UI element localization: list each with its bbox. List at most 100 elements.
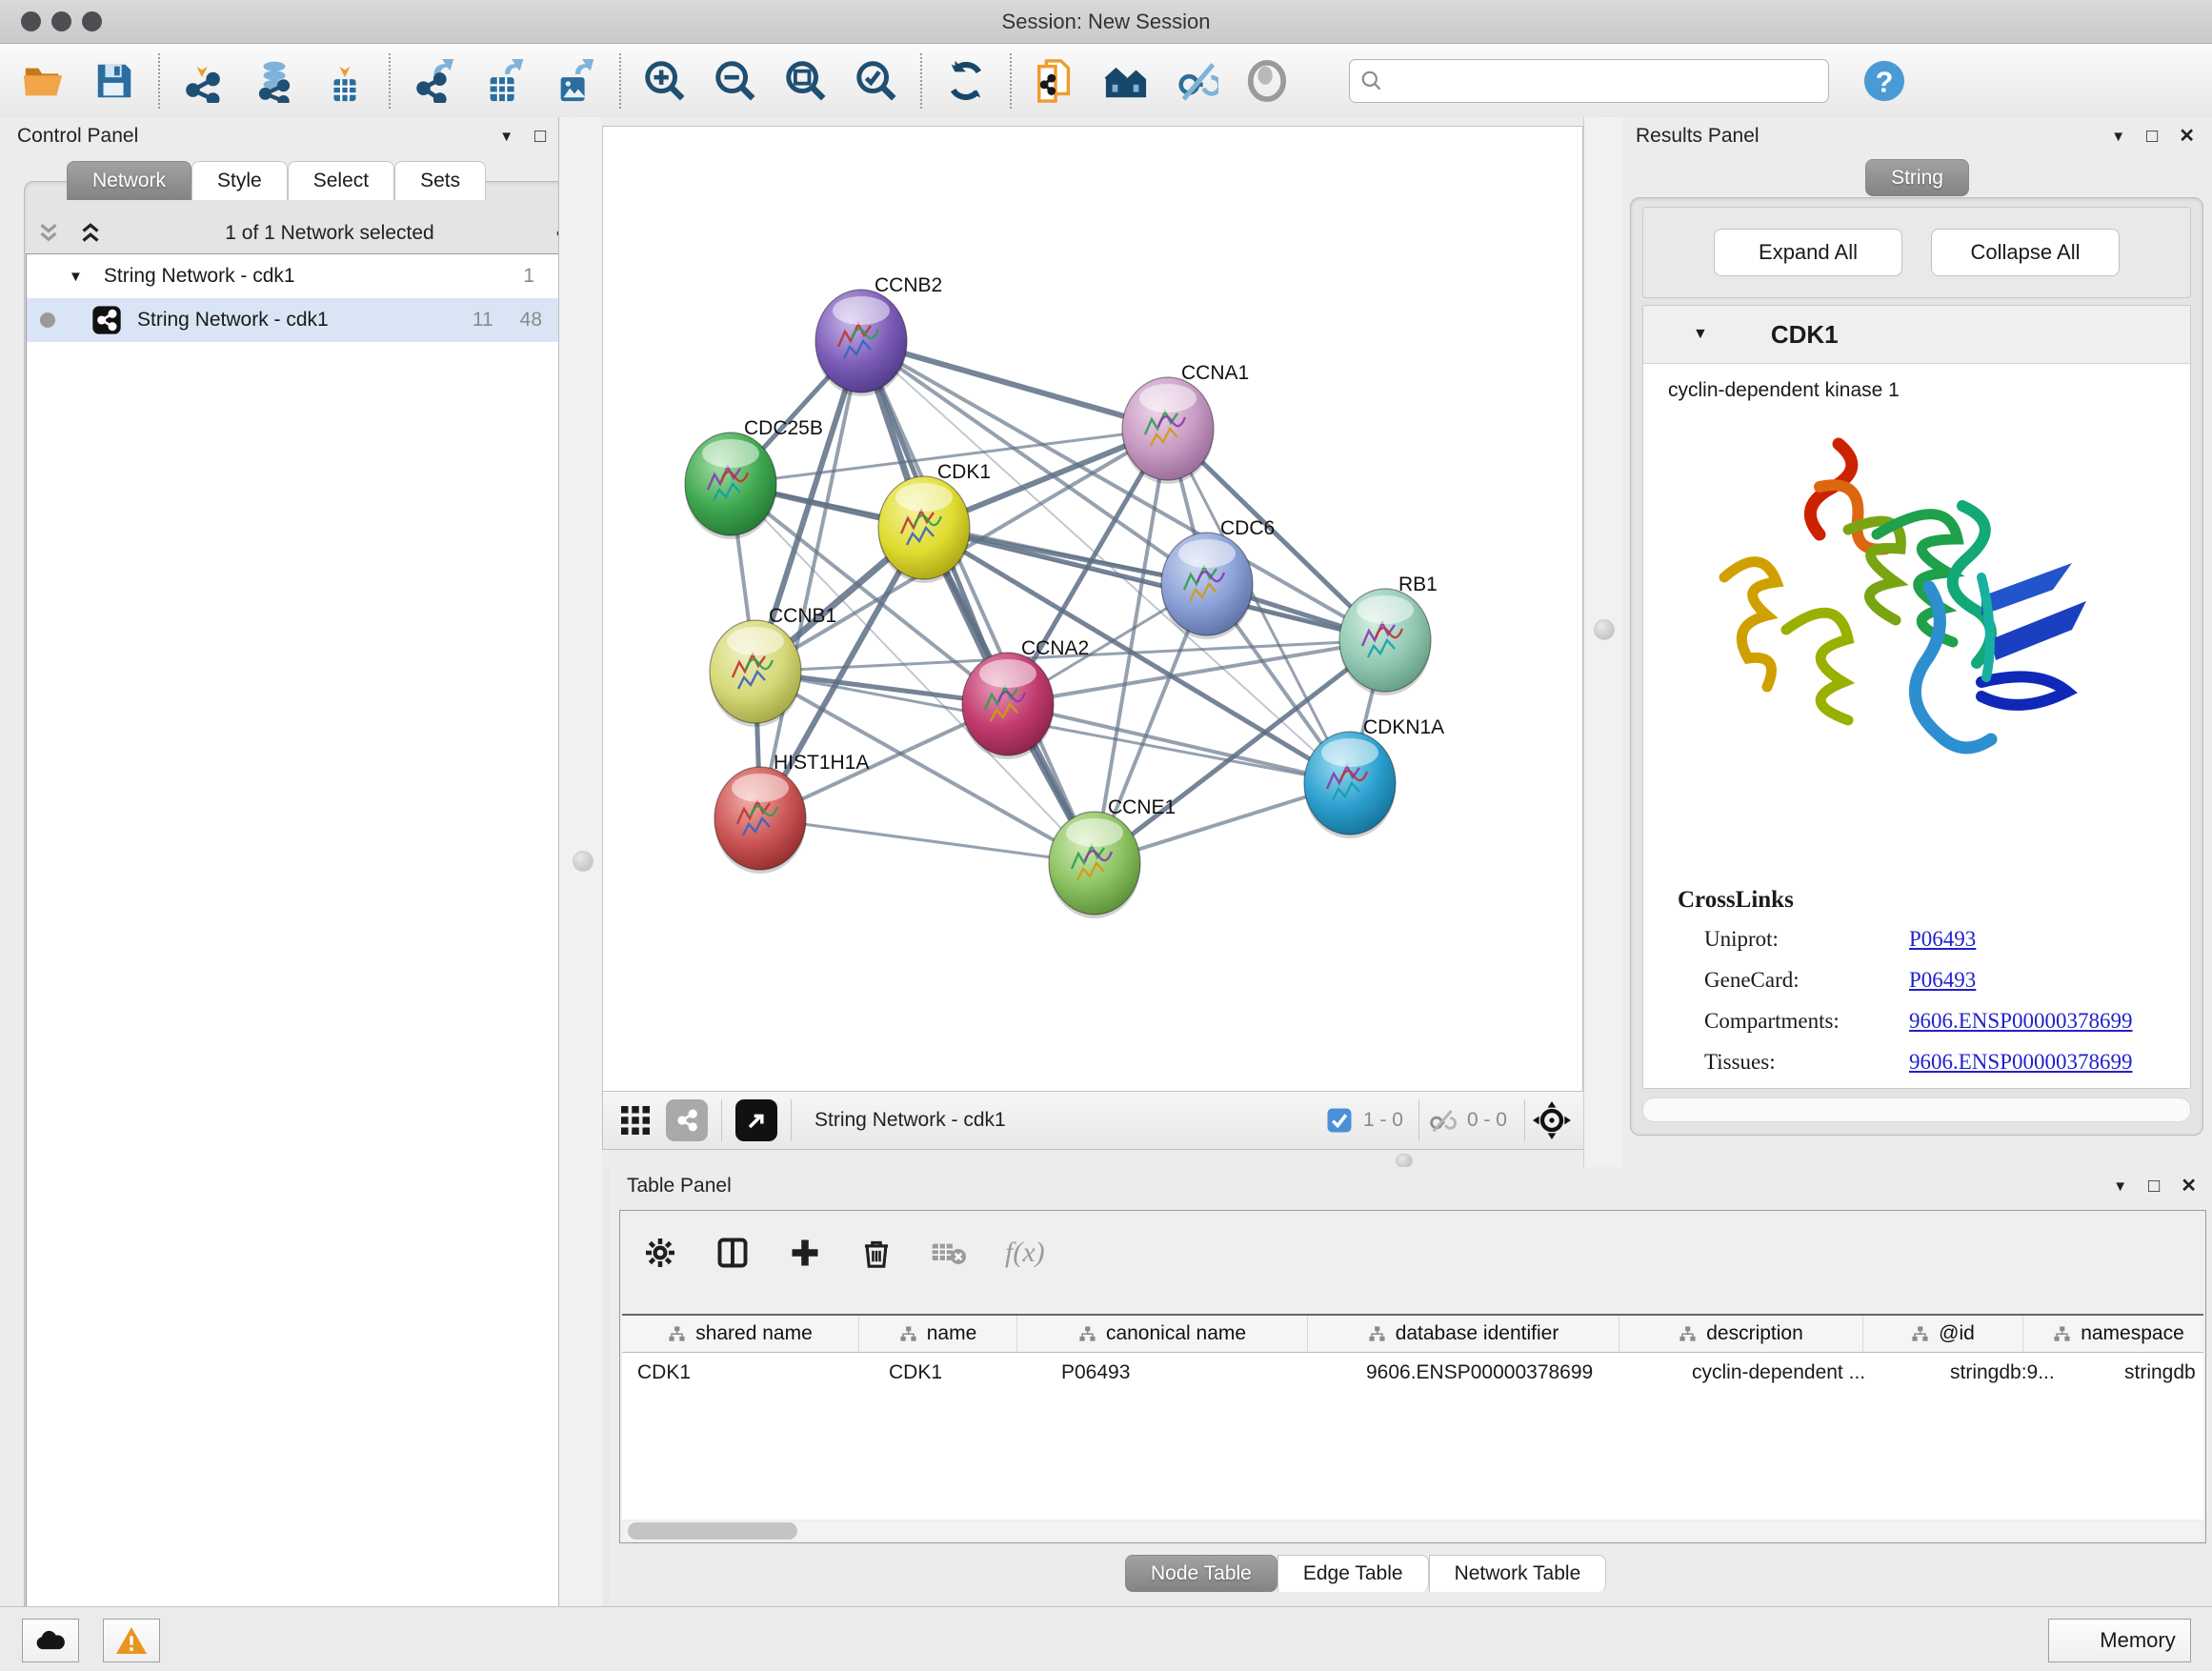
import-table-file-icon[interactable] xyxy=(322,58,368,104)
show-columns-icon[interactable] xyxy=(715,1236,750,1270)
table-horizontal-scrollbar[interactable] xyxy=(624,1521,2202,1540)
results-tab-string[interactable]: String xyxy=(1865,159,1969,196)
network-node-CDKN1A[interactable] xyxy=(1304,732,1396,838)
crosslink-link[interactable]: 9606.ENSP00000378699 xyxy=(1909,1050,2133,1074)
network-edge-CCNB2-HIST1H1A[interactable] xyxy=(760,341,861,818)
delete-column-trash-icon[interactable] xyxy=(860,1236,893,1270)
entry-collapse-icon[interactable]: ▼ xyxy=(1693,326,1708,343)
control-panel-float-icon[interactable]: □ xyxy=(534,127,546,146)
collapse-all-button[interactable]: Collapse All xyxy=(1931,229,2120,276)
table-cell[interactable]: CDK1 xyxy=(622,1361,874,1384)
table-panel-float-icon[interactable]: □ xyxy=(2148,1177,2160,1196)
zoom-in-icon[interactable] xyxy=(642,58,688,104)
network-node-CDC6[interactable] xyxy=(1161,533,1253,639)
network-node-CDC25B[interactable] xyxy=(685,433,776,539)
table-cell[interactable]: stringdb xyxy=(2109,1361,2203,1384)
network-node-CCNA1[interactable] xyxy=(1122,377,1214,484)
crosslink-link[interactable]: P06493 xyxy=(1909,927,1976,951)
table-cell[interactable]: cyclin-dependent ... xyxy=(1677,1361,1935,1384)
zoom-out-icon[interactable] xyxy=(713,58,758,104)
table-panel-close-icon[interactable]: ✕ xyxy=(2181,1177,2197,1196)
crosslink-link[interactable]: 9606.ENSP00000378699 xyxy=(1909,1009,2133,1033)
collapse-all-networks-icon[interactable] xyxy=(76,221,105,246)
expand-all-networks-icon[interactable] xyxy=(34,221,63,246)
network-collection-row[interactable]: ▼ String Network - cdk1 1 xyxy=(27,254,559,298)
new-network-from-selection-icon[interactable] xyxy=(1033,58,1078,104)
network-node-CDK1[interactable] xyxy=(878,476,970,583)
show-all-icon[interactable] xyxy=(1244,58,1290,104)
network-canvas[interactable]: CCNB2CCNA1CDC25BCDK1CDC6RB1CCNB1CCNA2CDK… xyxy=(602,126,1583,1092)
column-header-description[interactable]: description xyxy=(1619,1316,1863,1352)
memory-button[interactable]: Memory xyxy=(2048,1619,2191,1662)
tab-network[interactable]: Network xyxy=(67,161,191,200)
tab-network-table[interactable]: Network Table xyxy=(1429,1555,1607,1592)
network-node-RB1[interactable] xyxy=(1339,589,1431,695)
tab-sets[interactable]: Sets xyxy=(394,161,486,200)
grid-view-icon[interactable] xyxy=(618,1103,653,1137)
table-cell[interactable]: stringdb:9... xyxy=(1935,1361,2109,1384)
birds-eye-share-icon[interactable] xyxy=(666,1099,708,1141)
detach-view-icon[interactable] xyxy=(735,1099,777,1141)
table-panel-collapse-icon[interactable]: ▼ xyxy=(2113,1179,2127,1194)
tab-edge-table[interactable]: Edge Table xyxy=(1277,1555,1429,1592)
column-header-canonicalname[interactable]: canonical name xyxy=(1017,1316,1308,1352)
crosslink-link[interactable]: P06493 xyxy=(1909,968,1976,992)
results-panel-collapse-icon[interactable]: ▼ xyxy=(2111,130,2125,144)
export-table-icon[interactable] xyxy=(482,58,528,104)
table-cell[interactable]: 9606.ENSP00000378699 xyxy=(1351,1361,1677,1384)
fit-content-crosshair-icon[interactable] xyxy=(1533,1101,1571,1139)
import-network-database-icon[interactable] xyxy=(251,58,297,104)
open-session-icon[interactable] xyxy=(21,58,67,104)
zoom-selected-icon[interactable] xyxy=(854,58,899,104)
tree-expand-icon[interactable]: ▼ xyxy=(69,269,83,285)
network-row[interactable]: String Network - cdk1 11 48 xyxy=(27,298,559,342)
table-cell[interactable]: CDK1 xyxy=(874,1361,1046,1384)
network-node-CCNE1[interactable] xyxy=(1049,812,1140,918)
search-text-input[interactable] xyxy=(1384,69,1828,92)
results-panel-float-icon[interactable]: □ xyxy=(2146,127,2158,146)
network-edge-CCNB2-CCNA1[interactable] xyxy=(861,341,1168,429)
column-header-namespace[interactable]: namespace xyxy=(2023,1316,2203,1352)
left-splitter[interactable] xyxy=(558,117,603,1606)
results-panel-close-icon[interactable]: ✕ xyxy=(2179,127,2195,146)
right-splitter[interactable] xyxy=(1583,117,1623,1167)
export-network-icon[interactable] xyxy=(412,58,457,104)
function-builder-icon[interactable]: f(x) xyxy=(1005,1237,1045,1269)
network-edge-CDK1-RB1[interactable] xyxy=(924,528,1385,640)
warnings-button[interactable] xyxy=(103,1619,160,1662)
table-options-gear-icon[interactable] xyxy=(643,1236,677,1270)
import-network-file-icon[interactable] xyxy=(181,58,227,104)
table-cell[interactable]: P06493 xyxy=(1046,1361,1351,1384)
delete-table-icon[interactable] xyxy=(931,1238,967,1268)
string-home-icon[interactable] xyxy=(1103,58,1149,104)
expand-all-button[interactable]: Expand All xyxy=(1714,229,1902,276)
bottom-splitter-grip[interactable] xyxy=(1396,1154,1413,1168)
network-graph[interactable]: CCNB2CCNA1CDC25BCDK1CDC6RB1CCNB1CCNA2CDK… xyxy=(603,127,1582,1091)
node-details-header[interactable]: ▼ CDK1 xyxy=(1643,306,2190,364)
control-panel-collapse-icon[interactable]: ▼ xyxy=(499,130,513,144)
network-node-HIST1H1A[interactable] xyxy=(714,767,806,874)
refresh-icon[interactable] xyxy=(943,58,989,104)
cloud-status-button[interactable] xyxy=(22,1619,79,1662)
column-header-databaseidentifier[interactable]: database identifier xyxy=(1308,1316,1619,1352)
selected-checkbox-icon[interactable] xyxy=(1325,1106,1354,1135)
network-edge-CCNA2-CDKN1A[interactable] xyxy=(1008,704,1350,783)
create-column-plus-icon[interactable] xyxy=(788,1236,822,1270)
save-session-icon[interactable] xyxy=(91,58,137,104)
table-scrollbar-thumb[interactable] xyxy=(628,1522,797,1540)
tab-style[interactable]: Style xyxy=(191,161,288,200)
network-node-CCNB1[interactable] xyxy=(710,620,801,727)
zoom-fit-icon[interactable] xyxy=(783,58,829,104)
network-node-CCNA2[interactable] xyxy=(962,653,1054,759)
column-header-id[interactable]: @id xyxy=(1863,1316,2023,1352)
results-horizontal-scrollbar[interactable] xyxy=(1642,1097,2191,1122)
tab-node-table[interactable]: Node Table xyxy=(1125,1555,1277,1592)
search-input[interactable] xyxy=(1349,59,1829,103)
column-header-sharedname[interactable]: shared name xyxy=(622,1316,859,1352)
right-splitter-grip[interactable] xyxy=(1594,619,1615,640)
network-edge-HIST1H1A-CCNE1[interactable] xyxy=(760,818,1095,863)
table-row[interactable]: CDK1CDK1P064939606.ENSP00000378699cyclin… xyxy=(622,1353,2203,1393)
hide-selected-icon[interactable] xyxy=(1174,58,1219,104)
left-splitter-grip[interactable] xyxy=(573,851,593,872)
column-header-name[interactable]: name xyxy=(859,1316,1017,1352)
